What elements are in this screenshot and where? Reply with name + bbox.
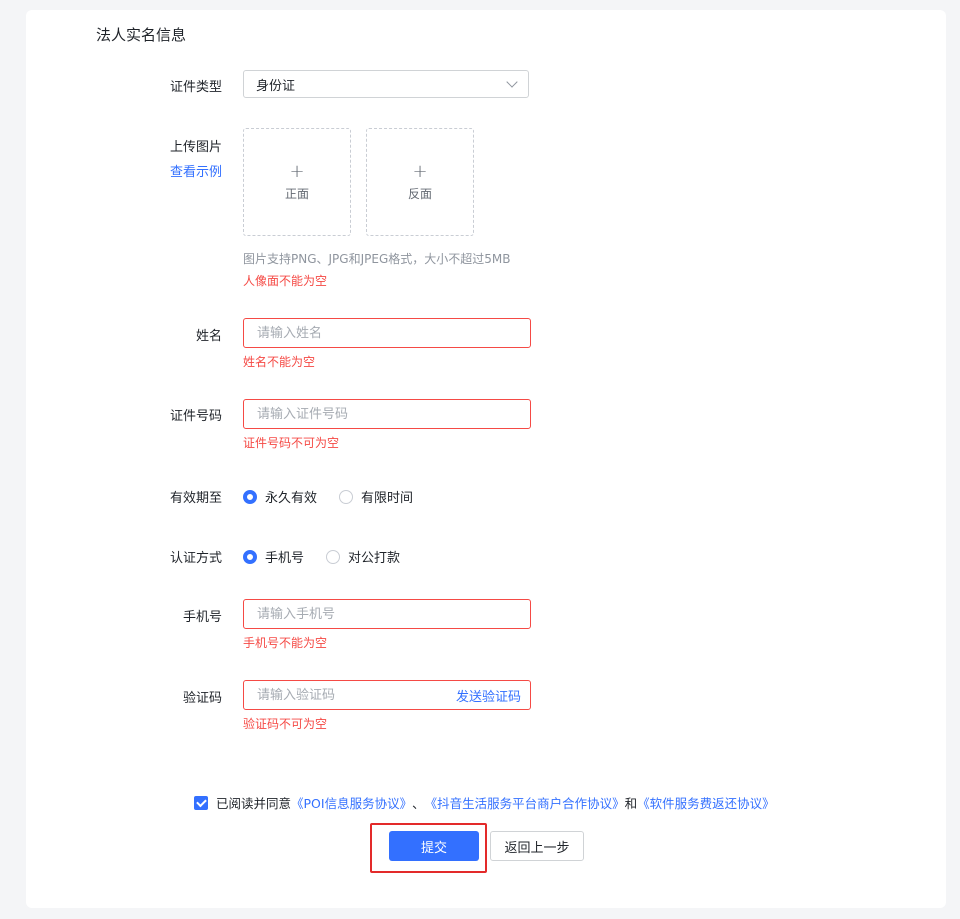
id-number-input[interactable]: [243, 399, 531, 429]
auth-option-label: 手机号: [265, 551, 305, 566]
upload-error: 人像面不能为空: [243, 274, 328, 288]
view-example-link[interactable]: 查看示例: [170, 161, 222, 180]
phone-label: 手机号: [182, 610, 222, 625]
upload-front-label: 正面: [284, 186, 309, 201]
id-type-value: 身份证: [256, 78, 296, 94]
validity-option-limited[interactable]: 有限时间: [339, 487, 413, 506]
name-input[interactable]: [243, 318, 531, 348]
auth-option-label: 对公打款: [348, 551, 401, 566]
agreement-row: 已阅读并同意 《POI信息服务协议》 、 《抖音生活服务平台商户合作协议》 和 …: [194, 793, 775, 812]
chevron-down-icon: [506, 76, 518, 88]
name-error: 姓名不能为空: [243, 355, 316, 369]
validity-option-label: 有限时间: [361, 491, 414, 506]
refund-agreement-link[interactable]: 《软件服务费返还协议》: [637, 793, 775, 812]
radio-checked-icon: [243, 549, 257, 564]
id-type-label: 证件类型: [169, 80, 222, 95]
validity-option-permanent[interactable]: 永久有效: [243, 487, 317, 506]
auth-method-label: 认证方式: [169, 551, 222, 566]
send-code-link[interactable]: 发送验证码: [456, 686, 521, 705]
validity-label: 有效期至: [169, 491, 222, 506]
code-label: 验证码: [182, 691, 222, 706]
merchant-agreement-link[interactable]: 《抖音生活服务平台商户合作协议》: [425, 793, 625, 812]
agreement-prefix: 已阅读并同意: [216, 796, 292, 811]
validity-option-label: 永久有效: [265, 491, 318, 506]
code-input[interactable]: [244, 682, 456, 708]
code-error: 验证码不可为空: [243, 717, 328, 731]
code-field: 发送验证码: [243, 680, 531, 710]
auth-option-bank-transfer[interactable]: 对公打款: [326, 547, 400, 566]
validity-radio-group: 永久有效 有限时间: [243, 487, 435, 506]
agreement-checkbox[interactable]: [194, 795, 208, 810]
phone-input[interactable]: [243, 599, 531, 629]
radio-checked-icon: [243, 489, 257, 504]
auth-method-radio-group: 手机号 对公打款: [243, 547, 422, 566]
agreement-separator: 、: [412, 796, 425, 811]
upload-label: 上传图片: [169, 140, 222, 155]
back-button[interactable]: 返回上一步: [490, 831, 584, 861]
radio-unchecked-icon: [326, 549, 341, 564]
check-icon: [195, 796, 207, 807]
top-bar: [0, 0, 960, 10]
id-type-select[interactable]: 身份证: [243, 70, 529, 98]
radio-unchecked-icon: [339, 489, 354, 504]
name-label: 姓名: [195, 329, 222, 344]
section-title: 法人实名信息: [96, 26, 187, 44]
id-number-error: 证件号码不可为空: [243, 436, 340, 450]
plus-icon: +: [412, 160, 428, 182]
upload-hint: 图片支持PNG、JPG和JPEG格式，大小不超过5MB: [243, 252, 511, 266]
auth-option-phone[interactable]: 手机号: [243, 547, 304, 566]
upload-back[interactable]: + 反面: [366, 128, 474, 236]
agreement-and: 和: [624, 796, 638, 811]
id-number-label: 证件号码: [169, 409, 222, 424]
submit-button[interactable]: 提交: [389, 831, 479, 861]
form-card: [26, 10, 946, 908]
poi-agreement-link[interactable]: 《POI信息服务协议》: [291, 793, 412, 812]
upload-front[interactable]: + 正面: [243, 128, 351, 236]
plus-icon: +: [289, 160, 305, 182]
phone-error: 手机号不能为空: [243, 636, 328, 650]
upload-back-label: 反面: [407, 186, 432, 201]
